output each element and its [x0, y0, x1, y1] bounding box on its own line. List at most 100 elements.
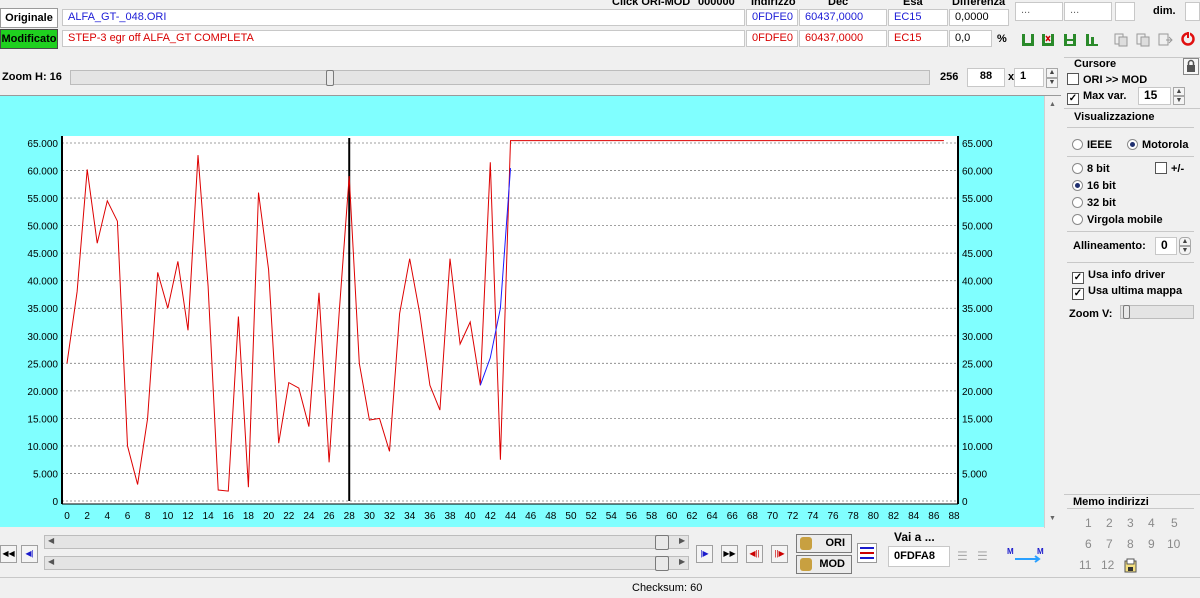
- toolbar-btn-3[interactable]: [1063, 32, 1078, 47]
- ori-mod-checkbox[interactable]: ORI >> MOD: [1067, 73, 1147, 87]
- mod-scrollbar[interactable]: ◀ ▶: [44, 556, 689, 571]
- memo-9[interactable]: 9: [1148, 537, 1155, 551]
- ori-scroll-thumb[interactable]: [655, 535, 669, 550]
- max-var-input[interactable]: 15: [1138, 87, 1171, 105]
- toolbar-btn-2[interactable]: [1041, 32, 1056, 47]
- max-var-down[interactable]: ▼: [1173, 96, 1185, 105]
- ori-button[interactable]: ORI: [796, 534, 852, 553]
- marker-swap-button[interactable]: MM: [1005, 545, 1049, 565]
- usa-info-checkbox[interactable]: ✓ Usa info driver: [1072, 268, 1165, 284]
- zoom-v-slider[interactable]: [1120, 305, 1194, 319]
- plusminus-checkbox[interactable]: +/-: [1155, 162, 1184, 176]
- max-var-check[interactable]: ✓: [1067, 93, 1079, 105]
- toolbar-btn-6[interactable]: [1136, 32, 1151, 47]
- bit32-radio[interactable]: 32 bit: [1072, 196, 1116, 210]
- plusminus-check[interactable]: [1155, 162, 1167, 174]
- y-tick-label-right: 40.000: [962, 277, 993, 288]
- memo-4[interactable]: 4: [1148, 516, 1155, 530]
- bit32-radio-dot[interactable]: [1072, 197, 1083, 208]
- memo-save-button[interactable]: [1123, 558, 1139, 574]
- compare-button[interactable]: [857, 543, 877, 563]
- visualizzazione-title: Visualizzazione: [1074, 111, 1155, 123]
- line-chart[interactable]: 65.000 65.00060.000 60.00055.000 55.00050.0…: [0, 96, 1044, 528]
- modificato-label[interactable]: Modificato: [0, 29, 58, 49]
- app-window: Click ORI-MOD 000000 Indirizzo Dec Esa D…: [0, 0, 1200, 598]
- zoom-value[interactable]: 88: [967, 68, 1005, 87]
- multiplier-input[interactable]: 1: [1014, 68, 1044, 87]
- align-right-icon[interactable]: ☰: [977, 549, 993, 563]
- prev-diff-button[interactable]: ◀||: [746, 545, 763, 563]
- memo-8[interactable]: 8: [1127, 537, 1134, 551]
- lock-button[interactable]: [1183, 58, 1199, 75]
- x-tick-label: 46: [525, 511, 537, 522]
- dim-value[interactable]: [1185, 2, 1200, 21]
- y-tick-label-right: 65.000: [962, 139, 993, 150]
- memo-3[interactable]: 3: [1127, 516, 1134, 530]
- ori-scrollbar[interactable]: ◀ ▶: [44, 535, 689, 550]
- multiplier-up[interactable]: ▲: [1046, 68, 1058, 78]
- toolbar-btn-refresh[interactable]: [1180, 31, 1195, 46]
- range-start-input[interactable]: ...: [1015, 2, 1063, 21]
- toolbar-btn-5[interactable]: [1114, 32, 1129, 47]
- allineamento-down[interactable]: ▼: [1179, 246, 1191, 255]
- mod-filename[interactable]: STEP-3 egr off ALFA_GT COMPLETA: [62, 30, 745, 47]
- zoom-h-slider[interactable]: [70, 70, 930, 86]
- bit16-radio-dot[interactable]: [1072, 180, 1083, 191]
- float-radio[interactable]: Virgola mobile: [1072, 213, 1163, 227]
- memo-2[interactable]: 2: [1106, 516, 1113, 530]
- prev-button[interactable]: ◀|: [21, 545, 38, 563]
- first-page-button[interactable]: ◀◀: [0, 545, 17, 563]
- x-tick-label: 54: [606, 511, 618, 522]
- usa-ultima-checkbox[interactable]: ✓ Usa ultima mappa: [1072, 284, 1182, 300]
- compare-icon: [860, 547, 874, 559]
- bit32-label: 32 bit: [1087, 197, 1116, 209]
- memo-6[interactable]: 6: [1085, 537, 1092, 551]
- bit8-radio-dot[interactable]: [1072, 163, 1083, 174]
- toolbar-btn-7[interactable]: [1158, 32, 1173, 47]
- memo-5[interactable]: 5: [1171, 516, 1178, 530]
- motorola-radio[interactable]: Motorola: [1127, 138, 1188, 152]
- mod-button[interactable]: MOD: [796, 555, 852, 574]
- x-tick-label: 58: [646, 511, 658, 522]
- allineamento-up[interactable]: ▲: [1179, 237, 1191, 246]
- vai-a-label: Vai a ...: [894, 530, 935, 544]
- dim-input[interactable]: [1115, 2, 1135, 21]
- zoom-v-thumb[interactable]: [1123, 305, 1130, 319]
- motorola-radio-dot[interactable]: [1127, 139, 1138, 150]
- multiplier-down[interactable]: ▼: [1046, 78, 1058, 88]
- max-var-up[interactable]: ▲: [1173, 87, 1185, 96]
- ieee-radio-dot[interactable]: [1072, 139, 1083, 150]
- memo-7[interactable]: 7: [1106, 537, 1113, 551]
- range-end-input[interactable]: ...: [1064, 2, 1112, 21]
- usa-info-check[interactable]: ✓: [1072, 272, 1084, 284]
- plot-scrollbar[interactable]: ▲ ▼: [1044, 96, 1061, 528]
- memo-10[interactable]: 10: [1167, 537, 1180, 551]
- toolbar-btn-4[interactable]: [1085, 32, 1100, 47]
- ori-mod-check[interactable]: [1067, 73, 1079, 85]
- ieee-radio[interactable]: IEEE: [1072, 138, 1112, 152]
- goto-address-input[interactable]: 0FDFA8: [888, 546, 950, 567]
- usa-ultima-check[interactable]: ✓: [1072, 288, 1084, 300]
- y-tick-label-left: 25.000: [27, 359, 58, 370]
- mod-scroll-thumb[interactable]: [655, 556, 669, 571]
- align-left-icon[interactable]: ☰: [957, 549, 973, 563]
- ori-filename[interactable]: ALFA_GT-_048.ORI: [62, 9, 745, 26]
- zoom-h-thumb[interactable]: [326, 70, 334, 86]
- allineamento-input[interactable]: 0: [1155, 237, 1177, 255]
- originale-label[interactable]: Originale: [0, 8, 58, 28]
- svg-text:M: M: [1007, 547, 1014, 556]
- plot-area[interactable]: 65.000 65.000 60.000 60.000 55.000 55.000 50.0…: [0, 95, 1061, 528]
- next-button[interactable]: |▶: [696, 545, 713, 563]
- float-radio-dot[interactable]: [1072, 214, 1083, 225]
- next-diff-button[interactable]: ||▶: [771, 545, 788, 563]
- toolbar-btn-1[interactable]: [1021, 32, 1036, 47]
- memo-12[interactable]: 12: [1101, 558, 1114, 572]
- y-tick-label-right: 60.000: [962, 167, 993, 178]
- memo-1[interactable]: 1: [1085, 516, 1092, 530]
- y-tick-label-right: 15.000: [962, 414, 993, 425]
- last-page-button[interactable]: ▶▶: [721, 545, 738, 563]
- max-var-checkbox[interactable]: ✓ Max var.: [1067, 89, 1126, 105]
- bit8-radio[interactable]: 8 bit: [1072, 162, 1110, 176]
- memo-11[interactable]: 11: [1079, 558, 1091, 572]
- bit16-radio[interactable]: 16 bit: [1072, 179, 1116, 193]
